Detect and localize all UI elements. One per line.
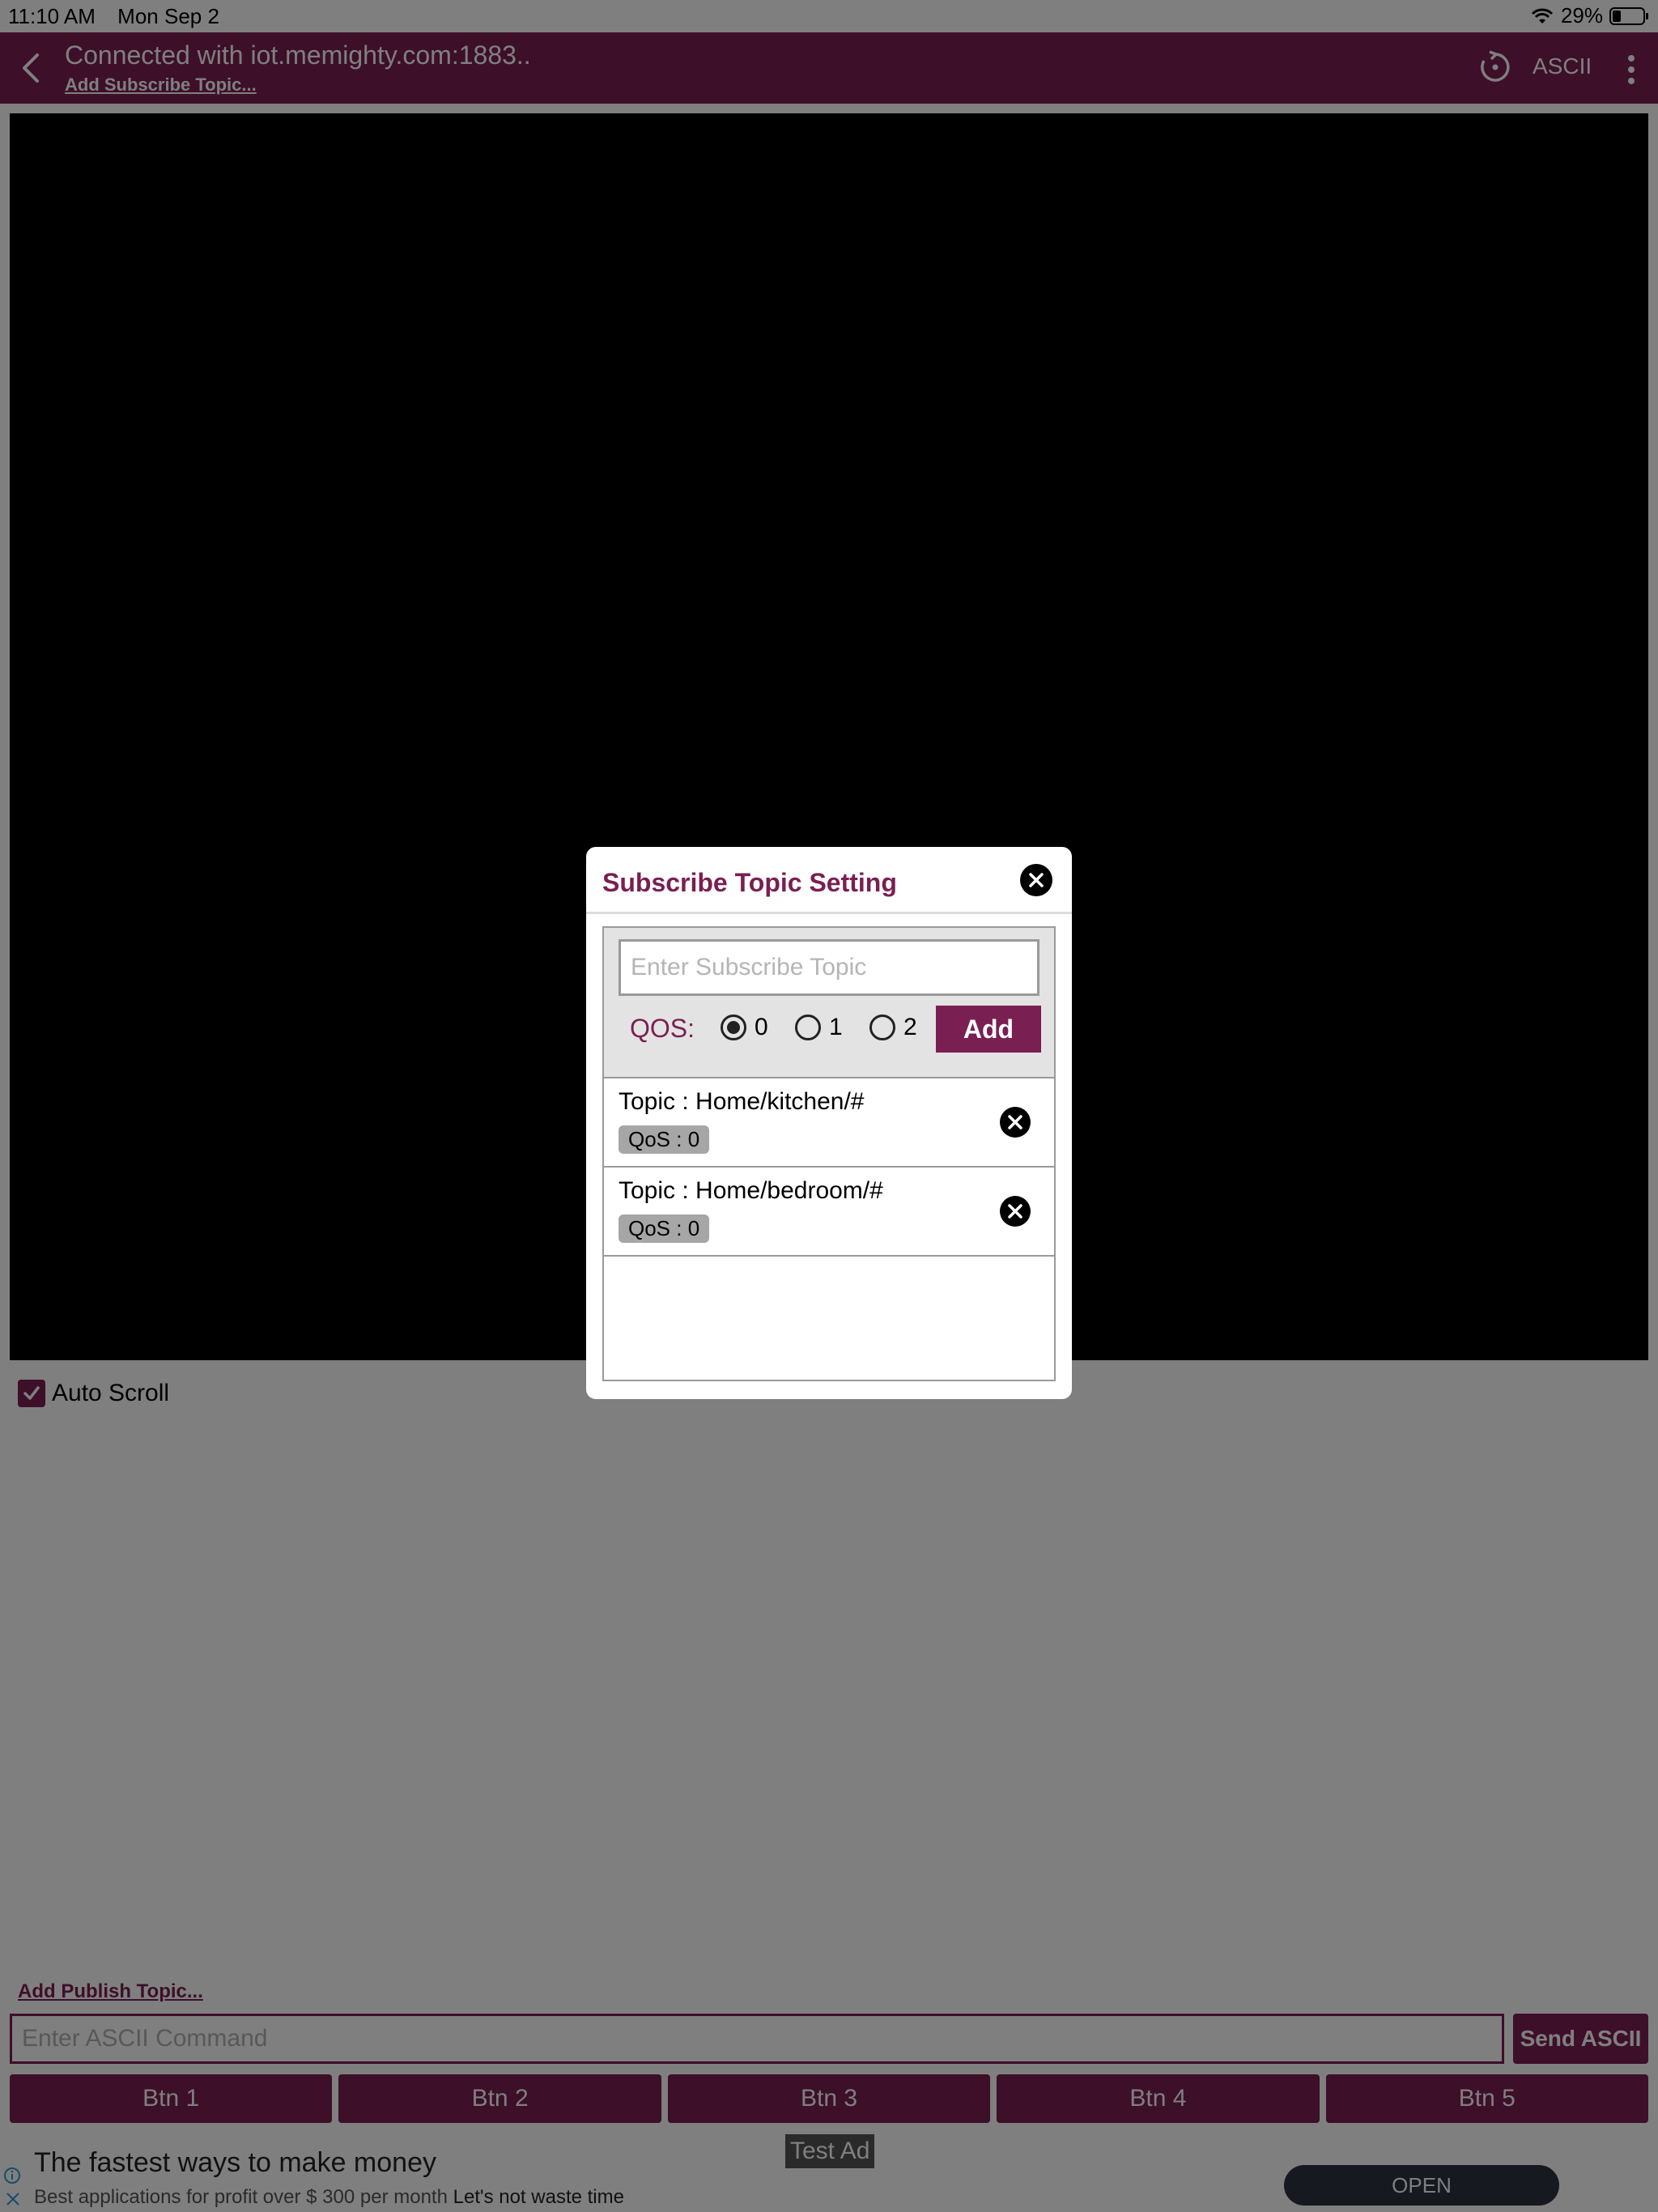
qos-option-label: 2 bbox=[903, 1014, 917, 1040]
qos-radio-0[interactable]: 0 bbox=[721, 1014, 768, 1041]
qos-option-label: 0 bbox=[755, 1014, 768, 1040]
add-topic-button[interactable]: Add bbox=[936, 1006, 1041, 1053]
subscribe-topic-dialog: Subscribe Topic Setting QOS: 0 1 2 Add T… bbox=[586, 847, 1072, 1399]
qos-badge: QoS : 0 bbox=[619, 1214, 710, 1243]
remove-topic-icon[interactable] bbox=[999, 1106, 1031, 1138]
radio-selected-icon[interactable] bbox=[721, 1015, 746, 1040]
qos-option-label: 1 bbox=[829, 1014, 843, 1040]
radio-unselected-icon[interactable] bbox=[869, 1015, 895, 1040]
topic-name: Topic : Home/kitchen/# bbox=[619, 1088, 865, 1115]
qos-badge: QoS : 0 bbox=[619, 1125, 710, 1154]
subscribe-topic-input[interactable] bbox=[619, 939, 1039, 996]
qos-radio-2[interactable]: 2 bbox=[869, 1014, 917, 1041]
list-item: Topic : Home/kitchen/# QoS : 0 bbox=[604, 1078, 1054, 1168]
list-item: Topic : Home/bedroom/# QoS : 0 bbox=[604, 1168, 1054, 1257]
subscribed-topic-list: Topic : Home/kitchen/# QoS : 0 Topic : H… bbox=[602, 1077, 1056, 1381]
qos-label: QOS: bbox=[630, 1014, 695, 1043]
dialog-title: Subscribe Topic Setting bbox=[602, 868, 897, 897]
topic-name: Topic : Home/bedroom/# bbox=[619, 1177, 883, 1204]
radio-unselected-icon[interactable] bbox=[795, 1015, 821, 1040]
close-icon[interactable] bbox=[1019, 863, 1053, 897]
dialog-divider bbox=[586, 912, 1072, 914]
remove-topic-icon[interactable] bbox=[999, 1195, 1031, 1227]
add-topic-panel: QOS: 0 1 2 Add bbox=[602, 926, 1056, 1101]
qos-radio-1[interactable]: 1 bbox=[795, 1014, 843, 1041]
